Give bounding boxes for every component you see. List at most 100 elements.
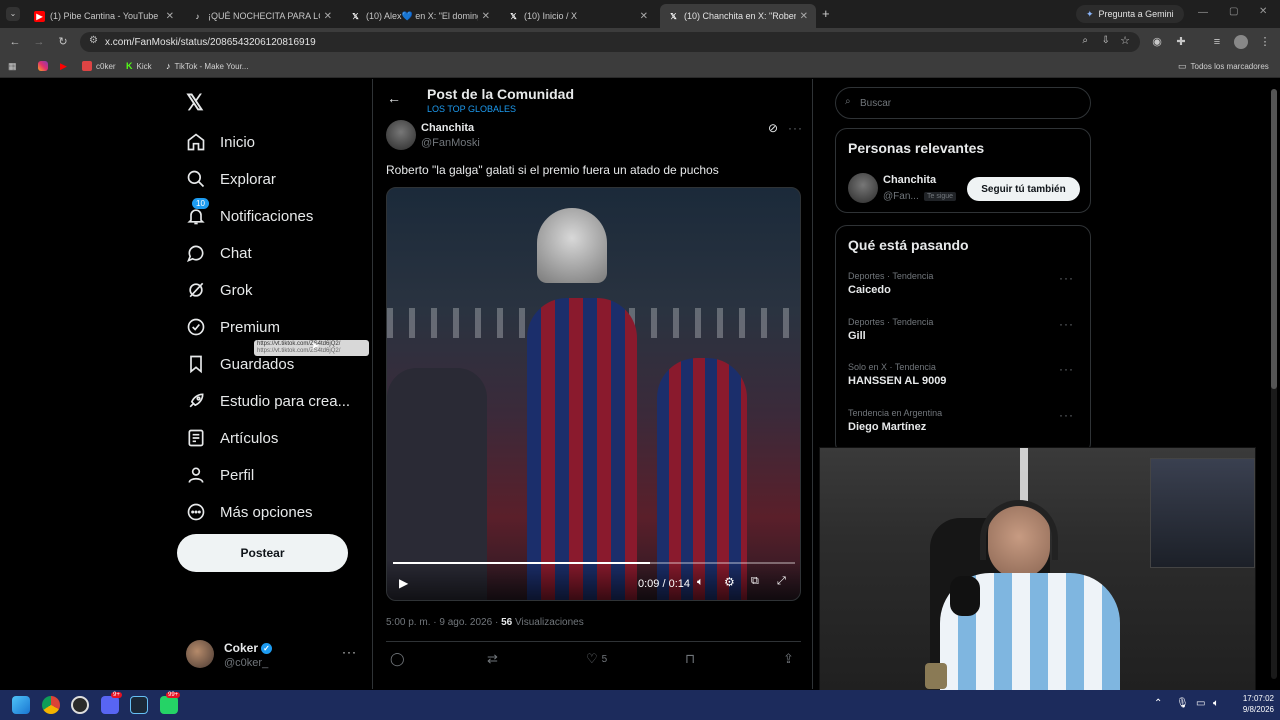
nav-profile[interactable]: Perfil	[186, 462, 254, 488]
scrollbar-thumb[interactable]	[1271, 89, 1277, 389]
install-icon[interactable]: ⇩	[1102, 35, 1110, 46]
nav-premium[interactable]: Premium	[186, 314, 280, 340]
reload-icon[interactable]: ↻	[56, 35, 70, 49]
close-icon[interactable]: ✕	[324, 11, 332, 22]
obs-icon[interactable]	[71, 696, 89, 714]
kebab-menu-icon[interactable]: ⋮	[1258, 35, 1272, 49]
share-icon[interactable]: ⇪	[783, 651, 794, 667]
grok-icon[interactable]: ⊘	[768, 121, 778, 135]
nav-home[interactable]: Inicio	[186, 129, 255, 155]
like-button[interactable]: ♡ 5	[586, 651, 607, 667]
extension-icon[interactable]: ◉	[1150, 35, 1164, 49]
page-title: Post de la Comunidad	[427, 86, 575, 102]
puzzle-icon[interactable]: ✚	[1174, 35, 1188, 49]
page-scrollbar[interactable]	[1271, 89, 1277, 679]
tray-chevron-icon[interactable]: ⌃	[1154, 698, 1162, 709]
trend-item[interactable]: Tendencia en Argentina Diego Martínez ··…	[848, 408, 1080, 433]
bookmark-tiktok[interactable]: ♪ TikTok - Make Your...	[166, 61, 248, 71]
more-icon[interactable]: ···	[342, 645, 357, 659]
post-button[interactable]: Postear	[177, 534, 348, 572]
star-icon[interactable]: ☆	[1120, 34, 1130, 47]
back-icon[interactable]: ←	[8, 35, 22, 49]
tab-search-button[interactable]: ⌄	[6, 7, 20, 21]
close-icon[interactable]: ✕	[640, 11, 648, 22]
x-logo-icon[interactable]: 𝕏	[186, 90, 204, 116]
profile-avatar-icon[interactable]	[1234, 35, 1248, 49]
steam-icon[interactable]	[130, 696, 148, 714]
network-icon[interactable]: ▭	[1196, 698, 1205, 709]
close-icon[interactable]: ✕	[482, 11, 490, 22]
repost-icon[interactable]: ⇄	[487, 651, 498, 667]
follow-back-button[interactable]: Seguir tú también	[967, 177, 1080, 201]
tab-x-chanchita[interactable]: 𝕏 (10) Chanchita en X: "Roberto " ✕	[660, 4, 816, 28]
volume-icon[interactable]: 🔈︎	[1213, 698, 1219, 709]
gemini-button[interactable]: ✦ Pregunta a Gemini	[1076, 5, 1184, 23]
more-icon[interactable]: ···	[1059, 408, 1074, 422]
trend-item[interactable]: Deportes · Tendencia Caicedo ···	[848, 271, 1080, 296]
avatar[interactable]	[848, 173, 878, 203]
pip-icon[interactable]: ⧉	[751, 575, 759, 588]
all-bookmarks[interactable]: ▭ Todos los marcadores	[1178, 61, 1269, 72]
clock[interactable]: 17:07:02 9/8/2026	[1232, 693, 1274, 715]
community-link[interactable]: LOS TOP GLOBALES	[427, 104, 516, 114]
close-icon[interactable]: ✕	[800, 11, 808, 22]
forward-icon[interactable]: →	[32, 35, 46, 49]
progress-track[interactable]	[393, 562, 795, 564]
nav-more[interactable]: Más opciones	[186, 499, 313, 525]
maximize-button[interactable]: ▢	[1229, 6, 1238, 17]
more-icon[interactable]: ···	[1059, 362, 1074, 376]
whatsapp-icon[interactable]	[160, 696, 178, 714]
apps-icon[interactable]: ▦	[8, 61, 17, 72]
close-icon[interactable]: ✕	[166, 11, 174, 22]
bookmark-kick[interactable]: K Kick	[126, 61, 152, 71]
more-icon[interactable]: ···	[1059, 317, 1074, 331]
nav-chat[interactable]: Chat	[186, 240, 252, 266]
microphone-icon[interactable]: 🎙︎	[1176, 698, 1189, 709]
author-name[interactable]: Chanchita	[421, 122, 474, 134]
address-bar[interactable]: ⚙ x.com/FanMoski/status/2086543206120816…	[80, 32, 1140, 52]
minimize-button[interactable]: —	[1198, 7, 1208, 18]
site-info-icon[interactable]: ⚙	[89, 35, 98, 46]
more-icon[interactable]: ···	[788, 121, 803, 135]
discord-icon[interactable]	[101, 696, 119, 714]
author-handle[interactable]: @FanMoski	[421, 137, 480, 149]
bookmark-icon[interactable]: ⊓	[685, 651, 695, 667]
settings-icon[interactable]: ⚙	[724, 575, 735, 589]
nav-grok[interactable]: Grok	[186, 277, 253, 303]
back-arrow-icon[interactable]: ←	[387, 90, 401, 106]
windows-start-icon[interactable]	[12, 696, 30, 714]
tab-menu-icon[interactable]: ≡	[1210, 35, 1224, 49]
tab-youtube[interactable]: ▶ (1) Pibe Cantina - YouTube ✕	[26, 4, 182, 28]
clock-date: 9/8/2026	[1242, 705, 1274, 714]
more-icon[interactable]: ···	[1059, 271, 1074, 285]
video-player[interactable]: ▶ 0:09 / 0:14 🔈︎ ⚙ ⧉ ⤢	[386, 187, 801, 601]
reply-icon[interactable]: ◯	[390, 651, 405, 667]
fullscreen-icon[interactable]: ⤢	[777, 575, 786, 588]
trend-item[interactable]: Deportes · Tendencia Gill ···	[848, 317, 1080, 342]
bookmark-youtube[interactable]: ▶	[60, 61, 67, 72]
play-icon[interactable]: ▶	[399, 576, 408, 590]
volume-icon[interactable]: 🔈︎	[697, 576, 704, 589]
nav-articles[interactable]: Artículos	[186, 425, 278, 451]
zoom-icon[interactable]: ⌕	[1082, 35, 1088, 46]
chrome-icon[interactable]	[42, 696, 60, 714]
new-tab-button[interactable]: +	[822, 6, 830, 21]
window-close-button[interactable]: ✕	[1259, 6, 1267, 17]
views-label: Visualizaciones	[512, 617, 584, 628]
author-avatar[interactable]	[386, 120, 416, 150]
account-switcher[interactable]: Coker ✓ @c0ker_ ···	[186, 639, 361, 671]
follows-you-badge: Te sigue	[924, 192, 957, 201]
tab-x-alex[interactable]: 𝕏 (10) Alex💙 en X: "El domingo ✕	[342, 4, 498, 28]
post-timestamp[interactable]: 5:00 p. m. · 9 ago. 2026 ·	[386, 617, 501, 628]
search-input[interactable]: ⌕ Buscar	[835, 87, 1091, 119]
relevant-name[interactable]: Chanchita	[883, 174, 936, 186]
trend-item[interactable]: Solo en X · Tendencia HANSSEN AL 9009 ··…	[848, 362, 1080, 387]
tab-title: ¡QUÉ NOCHECITA PARA LOS CA	[208, 11, 320, 21]
bookmark-c0ker[interactable]: c0ker	[82, 61, 116, 71]
nav-explore[interactable]: Explorar	[186, 166, 276, 192]
bookmark-instagram[interactable]	[38, 61, 48, 71]
tab-x-inicio[interactable]: 𝕏 (10) Inicio / X ✕	[500, 4, 656, 28]
nav-creator-studio[interactable]: Estudio para crea...	[186, 388, 350, 414]
nav-notifications[interactable]: Notificaciones 10	[186, 198, 313, 229]
tab-tiktok[interactable]: ♪ ¡QUÉ NOCHECITA PARA LOS CA ✕	[184, 4, 340, 28]
